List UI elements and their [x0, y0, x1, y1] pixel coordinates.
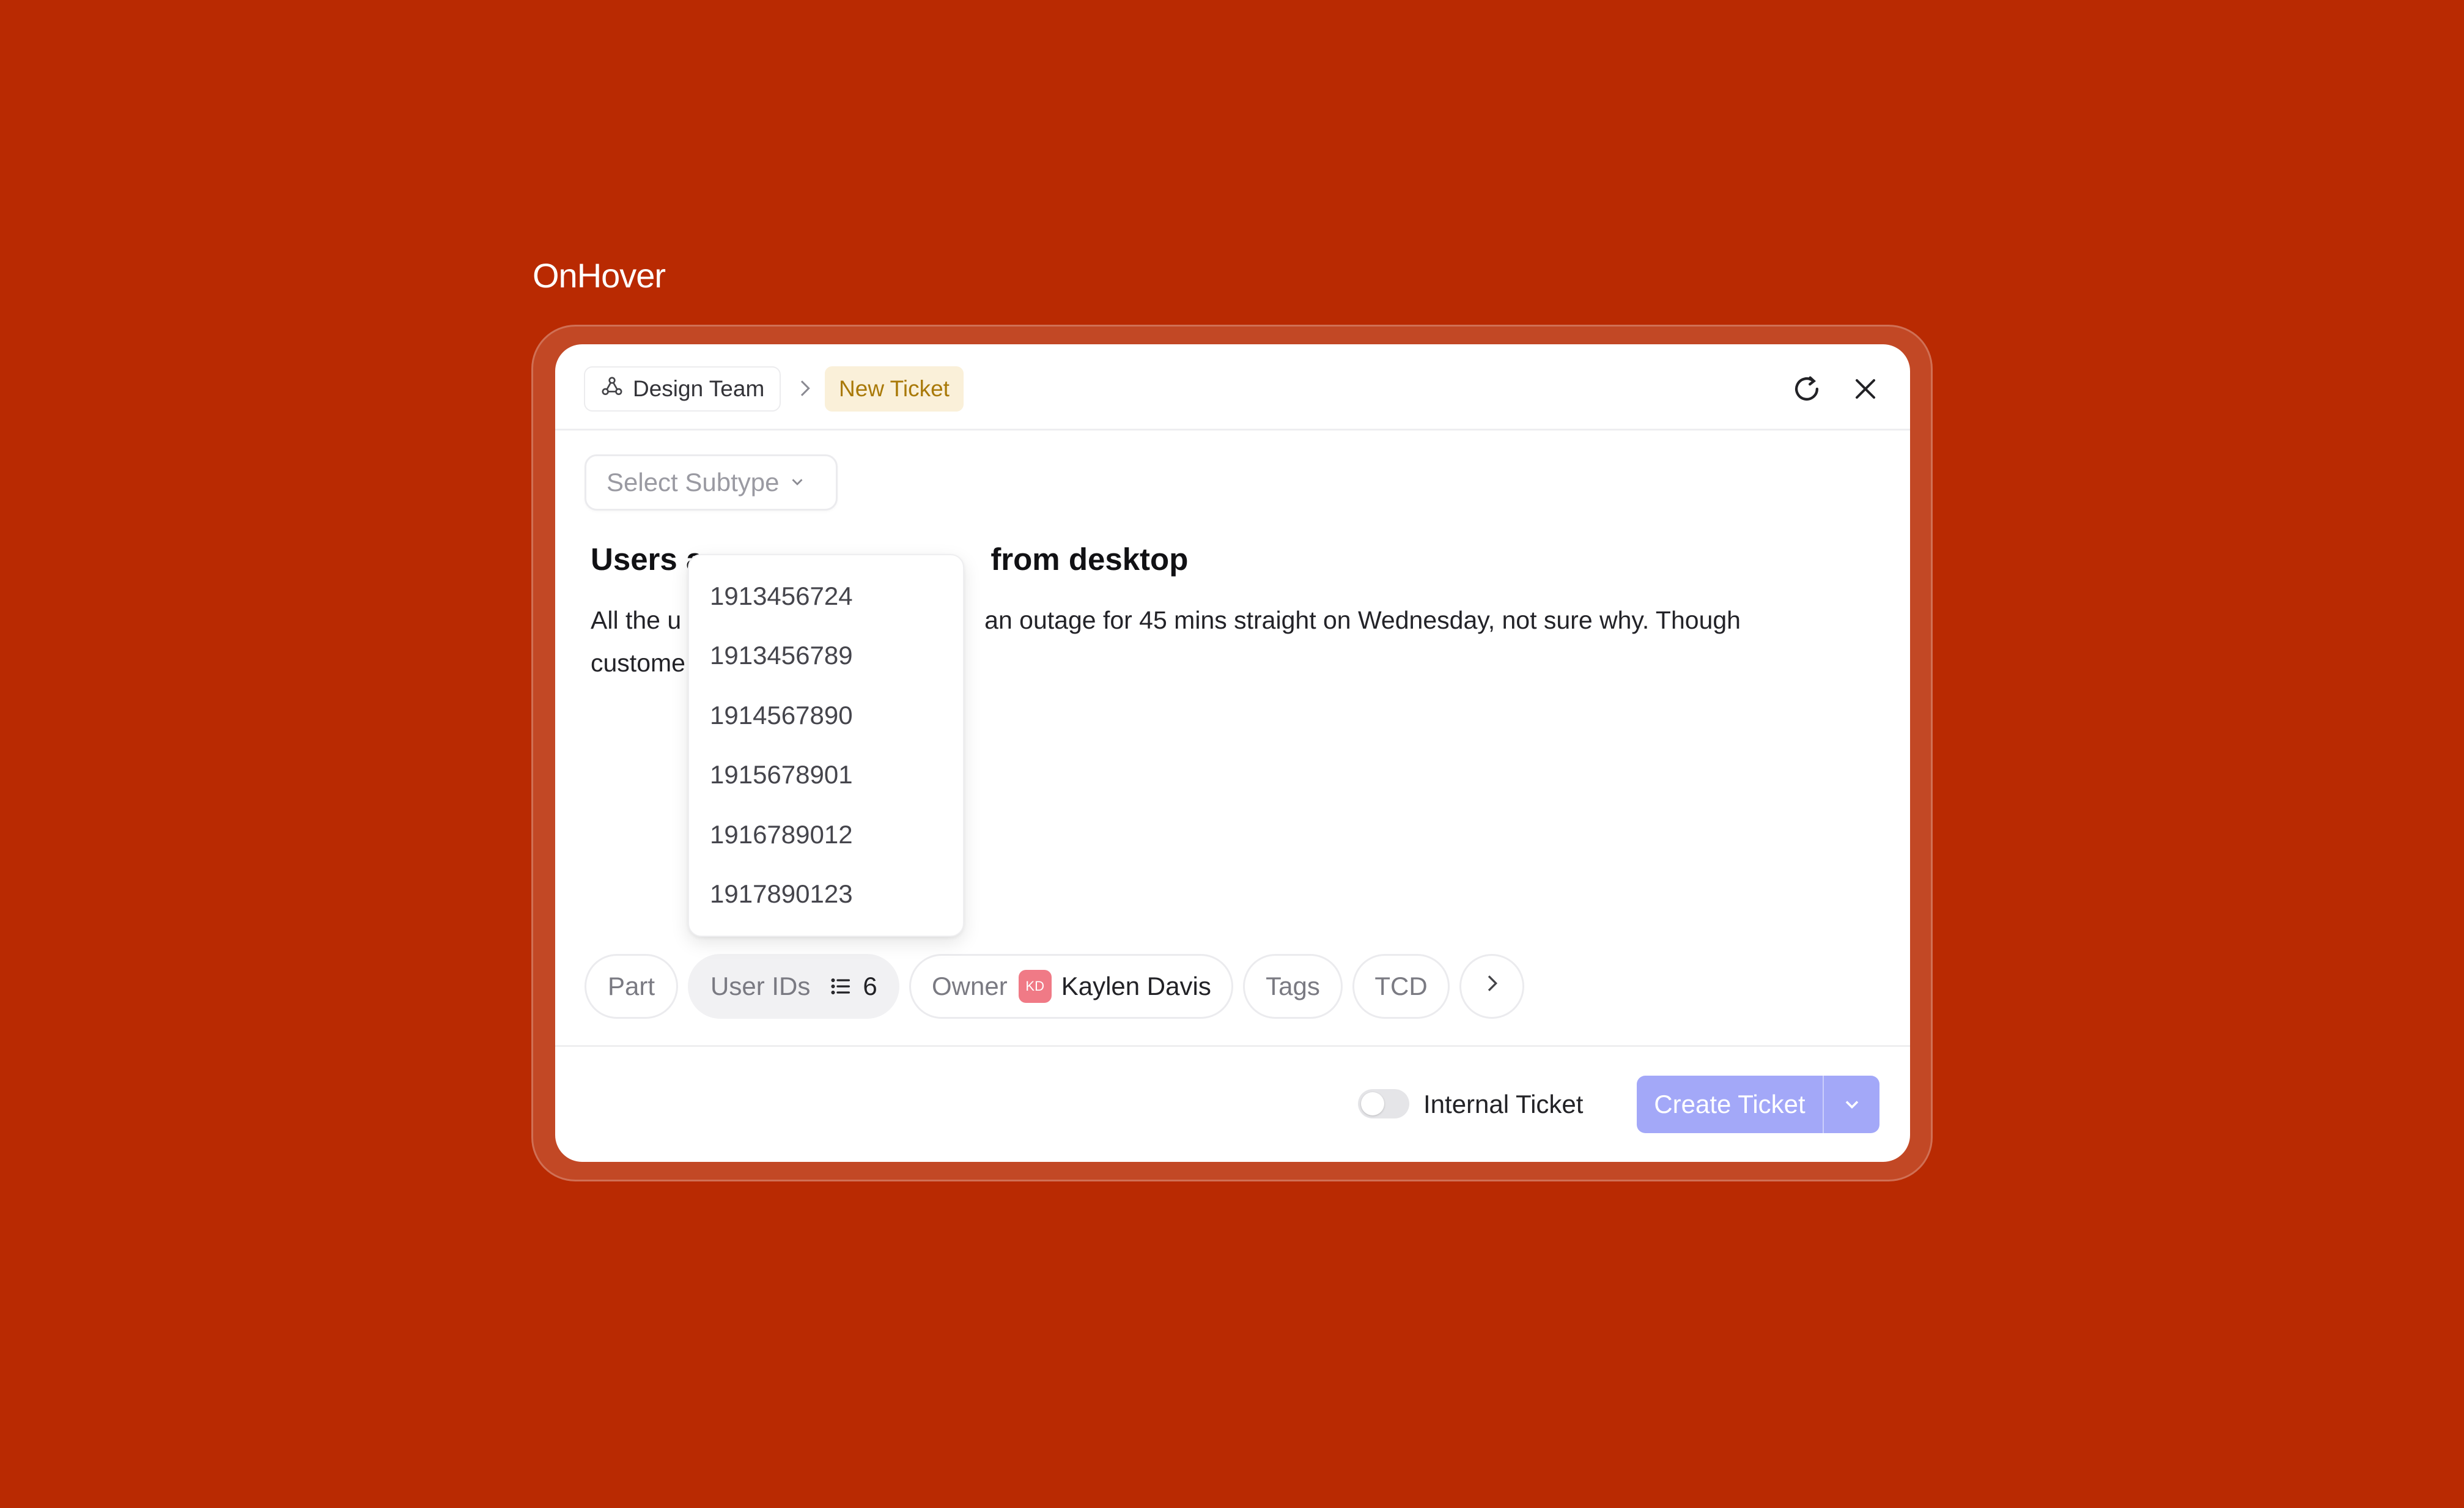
toggle-knob: [1361, 1092, 1384, 1115]
tcd-pill-label: TCD: [1374, 972, 1428, 1000]
owner-pill-label: Owner: [932, 972, 1008, 1000]
tags-pill-label: Tags: [1266, 972, 1320, 1000]
description-line1-left: All the u: [591, 606, 682, 634]
user-ids-count: 6: [863, 972, 877, 1000]
ticket-title-left: Users a: [591, 542, 704, 577]
modal-footer: Internal Ticket Create Ticket: [555, 1045, 1910, 1162]
user-id-option[interactable]: 1913456724: [689, 566, 963, 626]
owner-name: Kaylen Davis: [1061, 972, 1211, 1000]
user-id-option[interactable]: 1914567890: [689, 686, 963, 745]
part-pill-label: Part: [607, 972, 655, 1000]
user-id-option[interactable]: 1916789012: [689, 805, 963, 865]
chevron-right-icon: [792, 376, 817, 401]
subtype-placeholder: Select Subtype: [607, 468, 780, 497]
tags-pill[interactable]: Tags: [1243, 954, 1343, 1019]
description-line2-left: custome: [591, 649, 685, 677]
part-pill[interactable]: Part: [585, 954, 678, 1019]
owner-pill[interactable]: Owner KD Kaylen Davis: [909, 954, 1233, 1019]
internal-ticket-toggle[interactable]: [1358, 1089, 1409, 1118]
description-line1-right: an outage for 45 mins straight on Wednes…: [984, 606, 1741, 634]
internal-ticket-label: Internal Ticket: [1423, 1090, 1584, 1118]
list-icon: [828, 974, 853, 999]
team-icon: [600, 374, 624, 404]
tcd-pill[interactable]: TCD: [1352, 954, 1450, 1019]
modal-header: Design Team New Ticket: [555, 344, 1910, 431]
create-ticket-label: Create Ticket: [1654, 1090, 1806, 1118]
chevron-right-icon: [1480, 971, 1504, 1002]
user-ids-pill[interactable]: User IDs 6: [688, 954, 899, 1019]
chevron-down-icon: [788, 468, 806, 497]
user-id-option[interactable]: 1917890123: [689, 865, 963, 925]
create-ticket-button[interactable]: Create Ticket: [1637, 1076, 1879, 1133]
breadcrumb-team-label: Design Team: [633, 376, 765, 401]
user-ids-pill-label: User IDs: [710, 972, 811, 1000]
close-icon[interactable]: [1849, 372, 1882, 405]
more-attributes-button[interactable]: [1459, 954, 1524, 1019]
user-id-option[interactable]: 1915678901: [689, 745, 963, 805]
brand-logo: OnHover: [533, 256, 666, 295]
breadcrumb-current: New Ticket: [825, 366, 964, 412]
create-options-button[interactable]: [1824, 1076, 1879, 1133]
user-ids-dropdown: 1913456724 1913456789 1914567890 1915678…: [688, 554, 964, 937]
refresh-icon[interactable]: [1790, 372, 1823, 405]
breadcrumb-team[interactable]: Design Team: [584, 366, 781, 412]
chevron-down-icon: [1845, 1101, 1858, 1109]
subtype-select[interactable]: Select Subtype: [585, 454, 838, 511]
ticket-title-right: from desktop: [990, 542, 1189, 577]
avatar: KD: [1018, 970, 1052, 1003]
user-id-option[interactable]: 1913456789: [689, 626, 963, 686]
